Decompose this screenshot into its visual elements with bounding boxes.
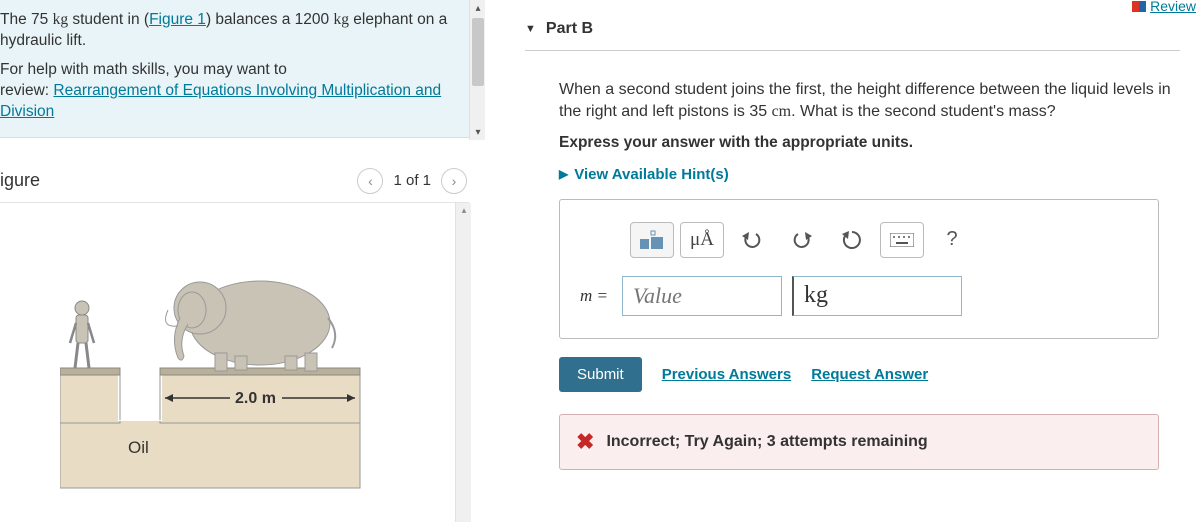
flag-icon	[1132, 1, 1146, 12]
pager-next-button[interactable]: ›	[441, 168, 467, 194]
feedback-text: Incorrect; Try Again; 3 attempts remaini…	[606, 433, 927, 451]
problem-text-3: ) balances a 1200	[206, 11, 334, 28]
problem-text-2: student in (	[68, 11, 149, 28]
unit-symbol-button[interactable]: μÅ	[680, 222, 724, 258]
hints-label: View Available Hint(s)	[574, 166, 729, 183]
answer-panel: μÅ ? m =	[559, 199, 1159, 339]
scroll-down-icon[interactable]: ▾	[470, 124, 486, 140]
figure-pager: ‹ 1 of 1 ›	[357, 168, 467, 194]
help-button[interactable]: ?	[930, 222, 974, 258]
templates-icon	[638, 229, 666, 251]
view-hints-button[interactable]: ▶ View Available Hint(s)	[559, 166, 1180, 183]
help-text-1: For help with math skills, you may want …	[0, 61, 287, 78]
keyboard-icon	[890, 233, 914, 247]
hydraulic-lift-figure: 2.0 m Oil	[60, 238, 370, 498]
request-answer-link[interactable]: Request Answer	[811, 366, 928, 383]
caret-right-icon: ▶	[559, 167, 568, 181]
variable-label: m =	[580, 286, 612, 306]
question-body: When a second student joins the first, t…	[525, 51, 1180, 470]
feedback-box: ✖ Incorrect; Try Again; 3 attempts remai…	[559, 414, 1159, 470]
value-input[interactable]	[622, 276, 782, 316]
submit-row: Submit Previous Answers Request Answer	[559, 357, 1180, 392]
mu-a-label: μÅ	[690, 229, 714, 251]
redo-button[interactable]	[780, 222, 824, 258]
templates-button[interactable]	[630, 222, 674, 258]
unit-kg-2: kg	[333, 11, 349, 28]
review-link[interactable]: Review	[1132, 0, 1196, 14]
problem-statement: The 75 kg student in (Figure 1) balances…	[0, 0, 485, 138]
help-text-2: review:	[0, 82, 53, 99]
problem-scrollbar[interactable]: ▴ ▾	[469, 0, 485, 140]
caret-down-icon: ▼	[525, 23, 536, 35]
previous-answers-link[interactable]: Previous Answers	[662, 366, 792, 383]
math-skills-link[interactable]: Rearrangement of Equations Involving Mul…	[0, 82, 441, 120]
left-column: The 75 kg student in (Figure 1) balances…	[0, 0, 485, 517]
unit-input[interactable]: kg	[792, 276, 962, 316]
pager-prev-button[interactable]: ‹	[357, 168, 383, 194]
pager-text: 1 of 1	[389, 172, 435, 189]
scroll-thumb[interactable]	[472, 18, 484, 86]
incorrect-x-icon: ✖	[576, 429, 594, 455]
figure-header: igure ‹ 1 of 1 ›	[0, 138, 485, 202]
figure-distance-label: 2.0 m	[235, 390, 276, 407]
figure-oil-label: Oil	[128, 438, 149, 457]
review-label: Review	[1150, 0, 1196, 14]
part-header[interactable]: ▼ Part B	[525, 12, 1180, 51]
express-instructions: Express your answer with the appropriate…	[559, 134, 1180, 152]
submit-button[interactable]: Submit	[559, 357, 642, 392]
redo-icon	[792, 231, 812, 249]
right-column: Review ▼ Part B When a second student jo…	[485, 0, 1200, 517]
figure-title: igure	[0, 170, 40, 191]
toolbar: μÅ ?	[630, 222, 1138, 258]
problem-text-1: The 75	[0, 11, 53, 28]
undo-button[interactable]	[730, 222, 774, 258]
part-title: Part B	[546, 20, 593, 38]
unit-cm: cm	[772, 103, 792, 120]
undo-icon	[742, 231, 762, 249]
figure-scrollbar[interactable]: ▴	[455, 203, 471, 522]
keyboard-button[interactable]	[880, 222, 924, 258]
figure-1-link[interactable]: Figure 1	[149, 11, 206, 28]
reset-button[interactable]	[830, 222, 874, 258]
question-text-2: . What is the second student's mass?	[791, 103, 1056, 120]
reset-icon	[842, 230, 862, 250]
scroll-up-icon[interactable]: ▴	[470, 0, 486, 16]
unit-kg-1: kg	[53, 11, 69, 28]
answer-input-row: m = kg	[580, 276, 1138, 316]
figure-area: 2.0 m Oil ▴	[0, 202, 469, 522]
figure-scroll-up-icon[interactable]: ▴	[456, 203, 472, 219]
